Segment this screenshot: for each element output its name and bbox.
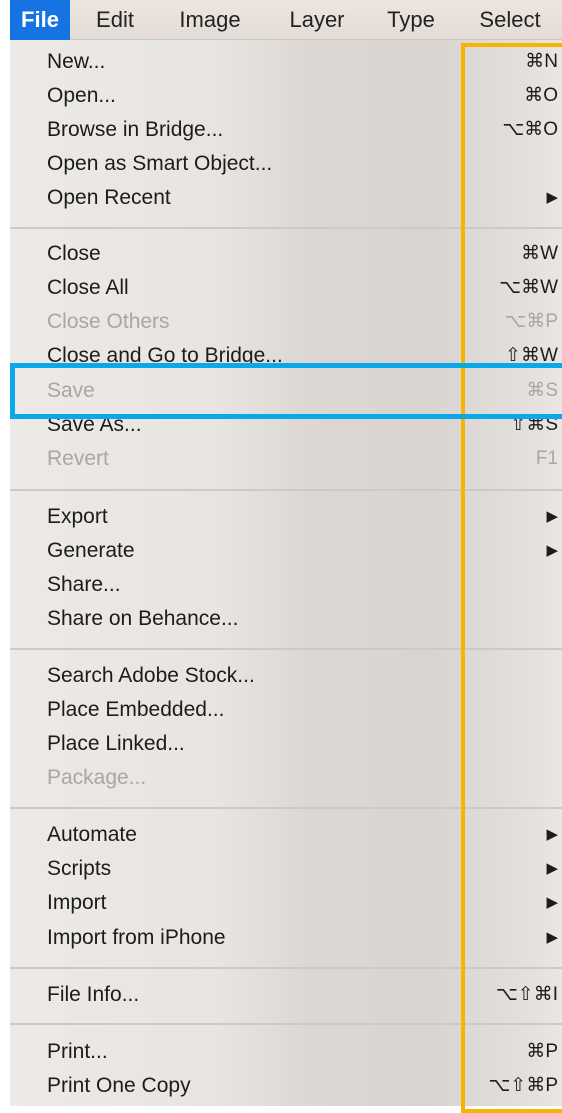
file-menu-dropdown: New... ⌘N Open... ⌘O Browse in Bridge...… (10, 40, 562, 1106)
menu-item-import-from-iphone[interactable]: Import from iPhone ▶ (10, 921, 562, 955)
menu-item-scripts[interactable]: Scripts ▶ (10, 852, 562, 886)
menu-item-label: Import (47, 891, 107, 914)
menu-item-label: Search Adobe Stock... (47, 664, 255, 687)
menu-item-label: Place Embedded... (47, 698, 225, 721)
menu-bar-file[interactable]: File (10, 0, 70, 40)
submenu-arrow-icon: ▶ (546, 894, 558, 911)
menu-item-print-one-copy[interactable]: Print One Copy ⌥⇧⌘P (10, 1069, 562, 1103)
shortcut-label: ⌥⇧⌘I (495, 984, 558, 1005)
submenu-arrow-icon: ▶ (546, 189, 558, 206)
menu-item-place-embedded[interactable]: Place Embedded... (10, 693, 562, 727)
menu-item-label: Revert (47, 447, 109, 470)
menu-item-generate[interactable]: Generate ▶ (10, 534, 562, 568)
menu-separator (10, 1023, 562, 1025)
menu-item-label: Print... (47, 1040, 108, 1063)
shortcut-label: ⌘N (525, 51, 558, 72)
menu-item-new[interactable]: New... ⌘N (10, 45, 562, 79)
menu-item-label: Close Others (47, 310, 170, 333)
shortcut-label: ⌥⌘W (499, 277, 558, 298)
menu-item-revert: Revert F1 (10, 442, 562, 476)
menu-item-label: Close (47, 242, 101, 265)
submenu-arrow-icon: ▶ (546, 542, 558, 559)
shortcut-label: ⇧⌘W (505, 345, 558, 366)
menu-item-label: Save As... (47, 413, 142, 436)
menu-item-place-linked[interactable]: Place Linked... (10, 727, 562, 761)
menu-item-automate[interactable]: Automate ▶ (10, 818, 562, 852)
menu-item-label: File Info... (47, 983, 140, 1006)
menu-item-share[interactable]: Share... (10, 568, 562, 602)
menu-bar-layer[interactable]: Layer (272, 0, 362, 40)
menu-separator (10, 807, 562, 809)
menu-item-export[interactable]: Export ▶ (10, 500, 562, 534)
menu-item-label: Browse in Bridge... (47, 118, 224, 141)
menu-item-label: Close All (47, 276, 129, 299)
menu-item-label: Share on Behance... (47, 607, 239, 630)
menu-item-close-and-go-to-bridge[interactable]: Close and Go to Bridge... ⇧⌘W (10, 339, 562, 373)
menu-item-close-all[interactable]: Close All ⌥⌘W (10, 271, 562, 305)
shortcut-label: ⌥⌘P (504, 311, 558, 332)
shortcut-label: ⌘P (526, 1041, 558, 1062)
shortcut-label: ⌥⌘O (502, 119, 558, 140)
submenu-arrow-icon: ▶ (546, 826, 558, 843)
shortcut-label: F1 (535, 448, 558, 469)
menu-item-label: Open Recent (47, 186, 171, 209)
menu-separator (10, 967, 562, 969)
menu-separator (10, 489, 562, 491)
menu-item-import[interactable]: Import ▶ (10, 886, 562, 920)
menu-item-label: Automate (47, 823, 137, 846)
menu-item-label: Generate (47, 539, 135, 562)
menu-item-save-as[interactable]: Save As... ⇧⌘S (10, 408, 562, 442)
menu-item-label: Open as Smart Object... (47, 152, 273, 175)
menu-item-close-others: Close Others ⌥⌘P (10, 305, 562, 339)
menu-item-print[interactable]: Print... ⌘P (10, 1035, 562, 1069)
menu-item-label: Place Linked... (47, 732, 185, 755)
menu-separator (10, 648, 562, 650)
menu-bar: File Edit Image Layer Type Select (10, 0, 562, 40)
menu-item-label: Open... (47, 84, 116, 107)
menu-item-label: Package... (47, 766, 147, 789)
shortcut-label: ⌘O (524, 85, 558, 106)
menu-item-label: Import from iPhone (47, 926, 226, 949)
menu-item-share-on-behance[interactable]: Share on Behance... (10, 602, 562, 636)
menu-item-label: Close and Go to Bridge... (47, 344, 283, 367)
menu-bar-edit[interactable]: Edit (80, 0, 150, 40)
menu-item-open-as-smart-object[interactable]: Open as Smart Object... (10, 147, 562, 181)
submenu-arrow-icon: ▶ (546, 860, 558, 877)
submenu-arrow-icon: ▶ (546, 508, 558, 525)
menu-item-open-recent[interactable]: Open Recent ▶ (10, 181, 562, 215)
menu-item-package: Package... (10, 761, 562, 795)
menu-item-label: Scripts (47, 857, 112, 880)
menu-item-label: Export (47, 505, 108, 528)
menu-item-label: Print One Copy (47, 1074, 191, 1097)
menu-item-search-adobe-stock[interactable]: Search Adobe Stock... (10, 659, 562, 693)
menu-bar-image[interactable]: Image (165, 0, 255, 40)
menu-item-label: New... (47, 50, 106, 73)
shortcut-label: ⌘S (526, 380, 558, 401)
shortcut-label: ⌥⇧⌘P (488, 1075, 559, 1096)
menu-bar-select[interactable]: Select (460, 0, 560, 40)
menu-item-close[interactable]: Close ⌘W (10, 237, 562, 271)
shortcut-label: ⇧⌘S (510, 414, 558, 435)
shortcut-label: ⌘W (521, 243, 558, 264)
submenu-arrow-icon: ▶ (546, 929, 558, 946)
menu-item-browse-in-bridge[interactable]: Browse in Bridge... ⌥⌘O (10, 113, 562, 147)
menu-item-label: Share... (47, 573, 121, 596)
menu-item-open[interactable]: Open... ⌘O (10, 79, 562, 113)
menu-item-label: Save (47, 379, 95, 402)
menu-item-save: Save ⌘S (10, 374, 562, 408)
menu-separator (10, 227, 562, 229)
menu-item-file-info[interactable]: File Info... ⌥⇧⌘I (10, 978, 562, 1012)
menu-bar-type[interactable]: Type (375, 0, 447, 40)
